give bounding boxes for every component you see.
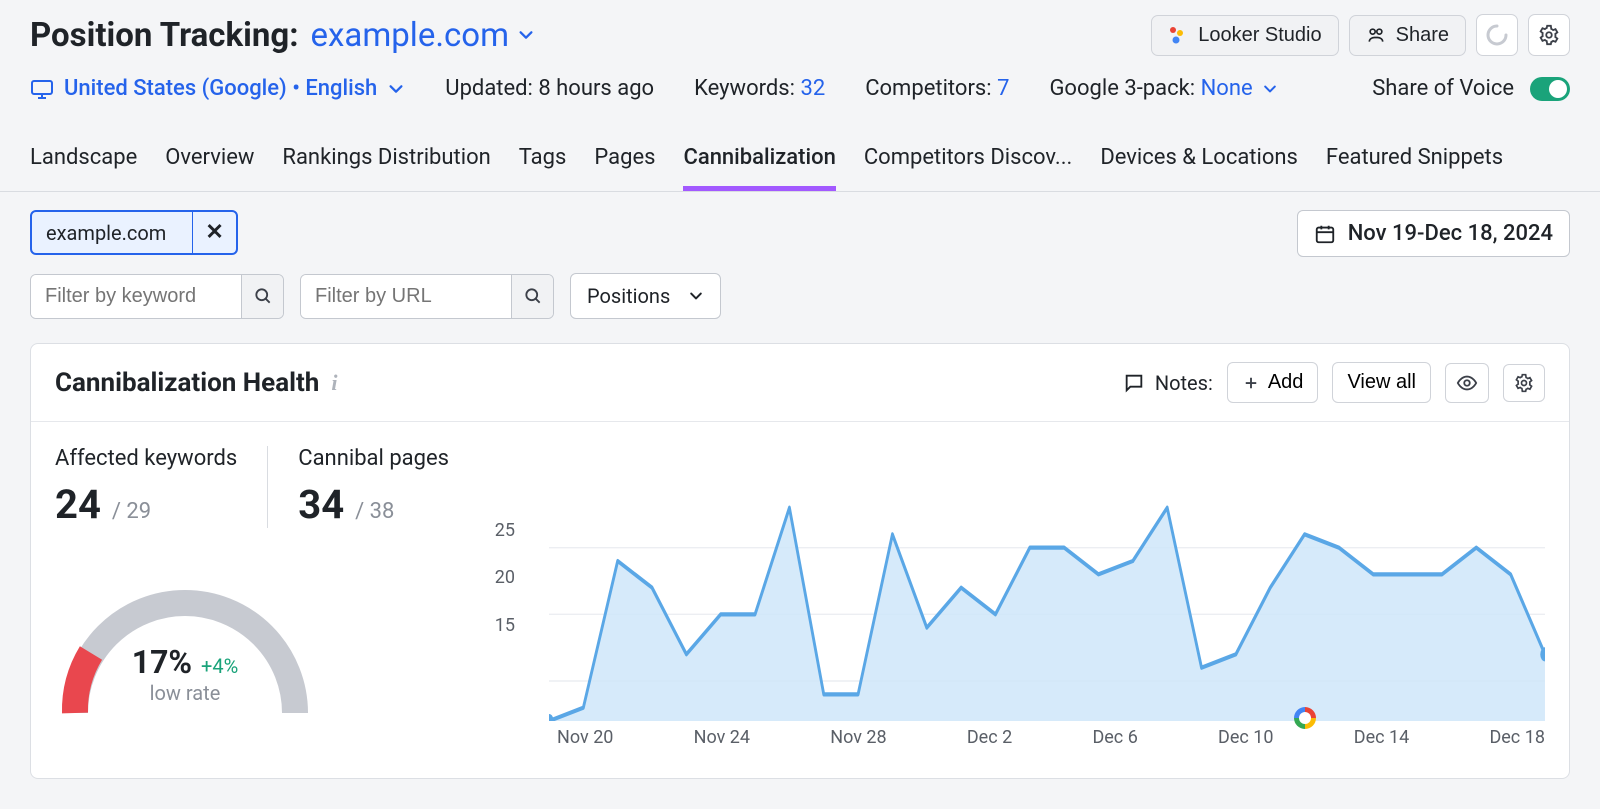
tabs: Landscape Overview Rankings Distribution Ta…: [0, 131, 1600, 192]
gauge-subtitle: low rate: [55, 681, 315, 705]
keywords-stat: Keywords: 32: [694, 76, 825, 101]
calendar-icon: [1314, 223, 1336, 245]
keyword-filter-group: [30, 274, 284, 319]
tab-cannibalization[interactable]: Cannibalization: [683, 131, 835, 191]
g3pack-label: Google 3-pack:: [1049, 76, 1195, 101]
looker-studio-label: Looker Studio: [1198, 24, 1321, 47]
x-tick-label: Dec 14: [1354, 727, 1409, 748]
sov-label: Share of Voice: [1372, 76, 1514, 101]
sov-toggle-wrap: Share of Voice: [1372, 76, 1570, 101]
gauge-delta: +4%: [201, 654, 238, 678]
date-range-text: Nov 19-Dec 18, 2024: [1348, 221, 1553, 246]
comment-icon: [1123, 372, 1145, 394]
x-tick-label: Nov 24: [694, 727, 750, 748]
notes-text: Notes:: [1155, 371, 1213, 395]
page-title: Position Tracking:: [30, 16, 299, 55]
search-icon: [523, 286, 543, 306]
chevron-down-icon: [517, 26, 535, 44]
settings-button[interactable]: [1528, 14, 1570, 56]
domain-selector[interactable]: example.com: [311, 16, 536, 55]
google-marker-icon: [1294, 707, 1316, 729]
tab-pages[interactable]: Pages: [594, 131, 655, 191]
eye-icon: [1456, 372, 1478, 394]
y-tick-label: 25: [495, 520, 515, 541]
notes-label: Notes:: [1123, 371, 1213, 395]
x-tick-label: Nov 28: [830, 727, 886, 748]
health-chart: 25 20 15 Nov 20 Nov 24 Nov 28 Dec 2 Dec 6 Dec 1…: [479, 446, 1545, 748]
chevron-down-icon: [1262, 81, 1278, 97]
affected-keywords-value: 24: [55, 481, 101, 528]
keywords-value: 32: [800, 76, 825, 101]
gear-icon: [1538, 24, 1560, 46]
y-tick-label: 15: [495, 615, 515, 636]
locale-selector[interactable]: United States (Google) • English: [30, 76, 405, 101]
updated-label: Updated: 8 hours ago: [445, 76, 654, 101]
chip-remove[interactable]: ✕: [192, 212, 235, 253]
affected-keywords-label: Affected keywords: [55, 446, 237, 471]
g3pack-selector[interactable]: Google 3-pack: None: [1049, 76, 1278, 101]
chevron-down-icon: [387, 80, 405, 98]
card-title: Cannibalization Health: [55, 368, 319, 398]
keywords-label: Keywords:: [694, 76, 795, 101]
looker-studio-button[interactable]: Looker Studio: [1151, 15, 1338, 56]
add-note-button[interactable]: Add: [1227, 362, 1319, 403]
competitors-stat: Competitors: 7: [865, 76, 1009, 101]
view-all-notes-button[interactable]: View all: [1332, 362, 1431, 403]
competitors-value: 7: [997, 76, 1009, 101]
x-tick-label: Nov 20: [557, 727, 613, 748]
y-tick-label: 20: [495, 567, 515, 588]
add-label: Add: [1268, 371, 1304, 394]
chevron-down-icon: [688, 288, 704, 304]
date-range-picker[interactable]: Nov 19-Dec 18, 2024: [1297, 210, 1570, 257]
cannibal-pages-label: Cannibal pages: [298, 446, 449, 471]
visibility-button[interactable]: [1445, 363, 1489, 403]
domain-text: example.com: [311, 16, 510, 55]
share-button[interactable]: Share: [1349, 15, 1466, 56]
locale-text: United States (Google) • English: [64, 76, 377, 101]
info-icon[interactable]: i: [331, 370, 337, 396]
keyword-filter-input[interactable]: [31, 275, 241, 318]
search-icon: [253, 286, 273, 306]
keyword-filter-search[interactable]: [241, 275, 283, 318]
url-filter-search[interactable]: [511, 275, 553, 318]
g3pack-value: None: [1201, 76, 1253, 101]
domain-filter-chip: example.com ✕: [30, 210, 238, 255]
x-tick-label: Dec 2: [967, 727, 1012, 748]
sov-toggle[interactable]: [1530, 77, 1570, 101]
view-all-label: View all: [1347, 371, 1416, 394]
looker-studio-icon: [1168, 25, 1188, 45]
cannibal-pages-total: / 38: [355, 499, 394, 524]
gear-icon: [1514, 373, 1534, 393]
share-label: Share: [1396, 24, 1449, 47]
tab-overview[interactable]: Overview: [165, 131, 254, 191]
loading-spinner: [1476, 14, 1518, 56]
card-settings-button[interactable]: [1503, 364, 1545, 402]
positions-label: Positions: [587, 284, 670, 308]
url-filter-input[interactable]: [301, 275, 511, 318]
tab-featured-snippets[interactable]: Featured Snippets: [1326, 131, 1503, 191]
tab-landscape[interactable]: Landscape: [30, 131, 137, 191]
health-gauge: 17% +4% low rate: [55, 578, 315, 728]
affected-keywords-total: / 29: [112, 499, 151, 524]
cannibalization-health-card: Cannibalization Health i Notes: Add View…: [30, 343, 1570, 779]
x-tick-label: Dec 18: [1489, 727, 1544, 748]
tab-devices-locations[interactable]: Devices & Locations: [1100, 131, 1298, 191]
url-filter-group: [300, 274, 554, 319]
share-icon: [1366, 25, 1386, 45]
x-tick-label: Dec 6: [1092, 727, 1137, 748]
tab-competitors-discov[interactable]: Competitors Discov...: [864, 131, 1072, 191]
positions-select[interactable]: Positions: [570, 273, 721, 319]
plus-icon: [1242, 374, 1260, 392]
tab-rankings-distribution[interactable]: Rankings Distribution: [282, 131, 490, 191]
cannibal-pages-value: 34: [298, 481, 344, 528]
x-tick-label: Dec 10: [1218, 727, 1273, 748]
monitor-icon: [30, 77, 54, 101]
gauge-percent: 17%: [132, 643, 192, 681]
competitors-label: Competitors:: [865, 76, 991, 101]
chip-text: example.com: [32, 213, 180, 253]
close-icon: ✕: [205, 220, 223, 245]
tab-tags[interactable]: Tags: [519, 131, 567, 191]
